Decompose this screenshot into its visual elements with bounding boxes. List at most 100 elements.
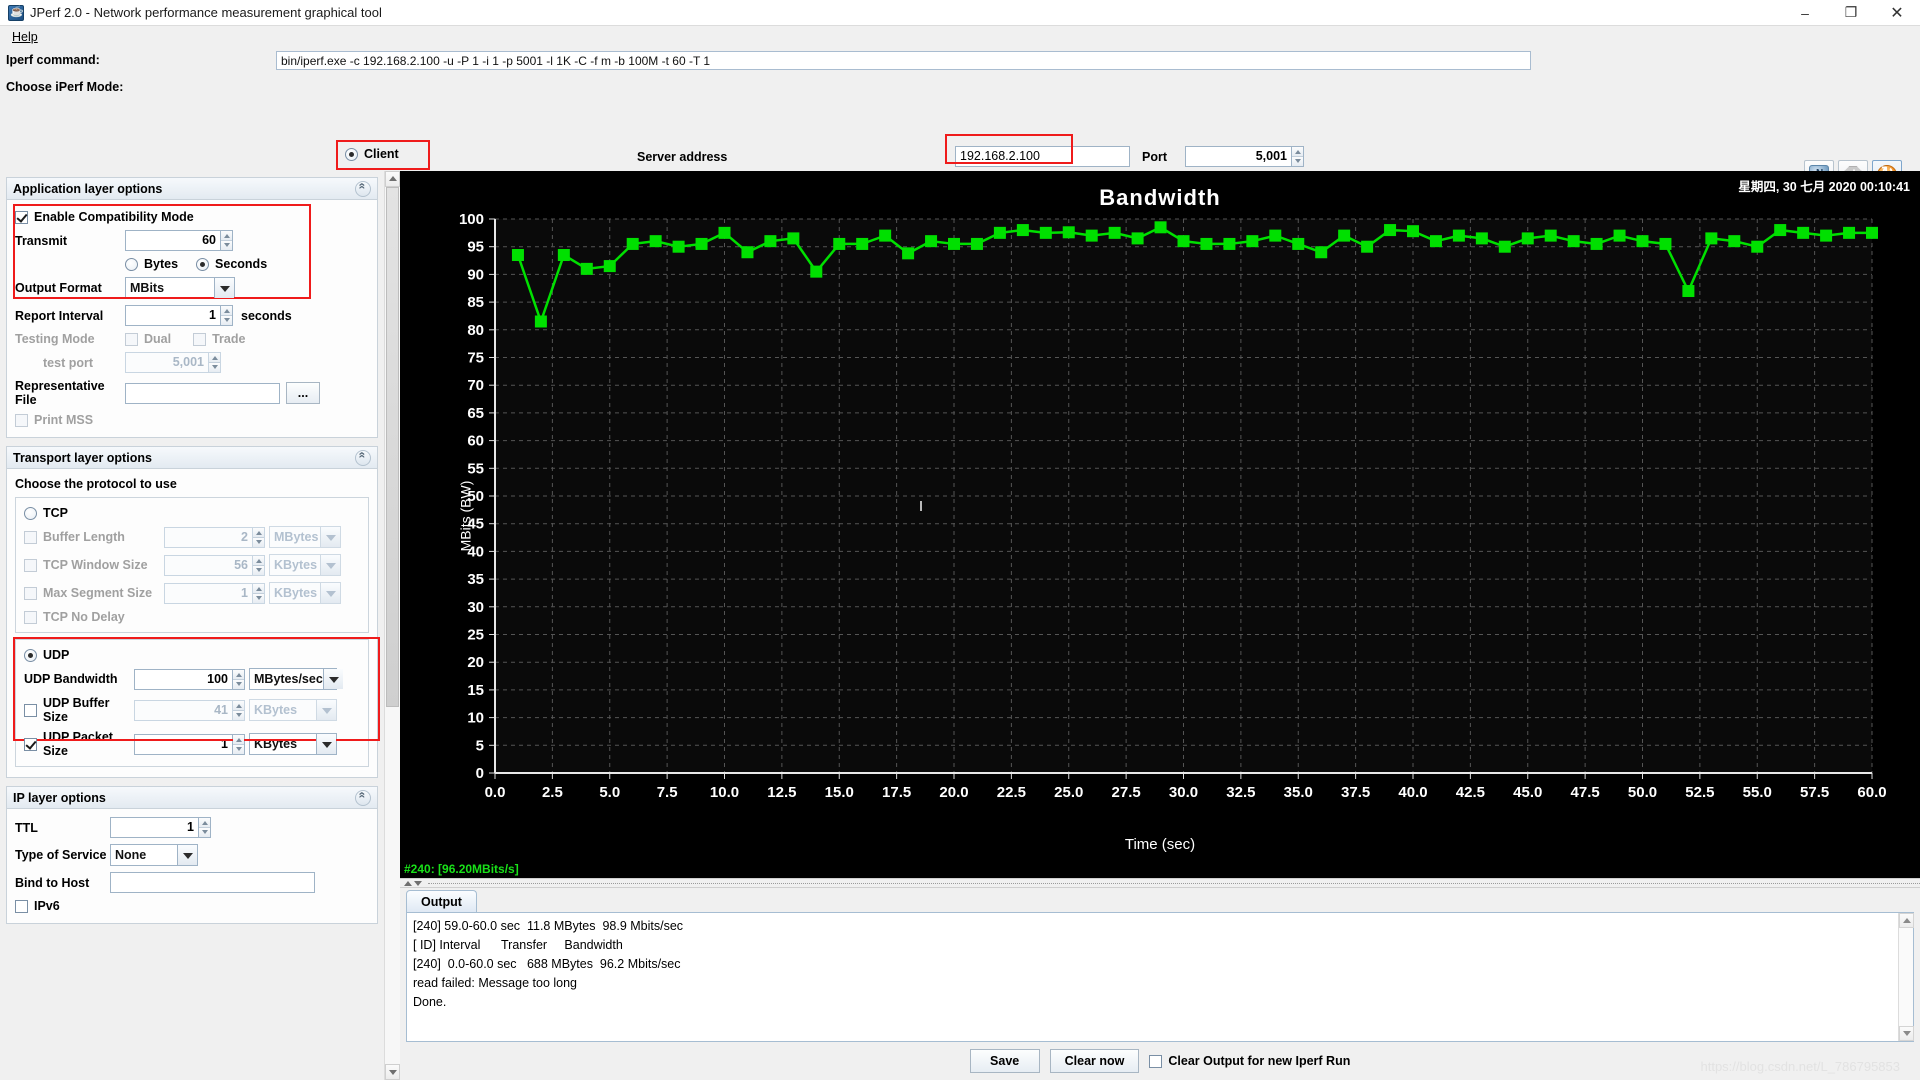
max-segment-row: Max Segment Size 1 KBytes bbox=[24, 582, 360, 604]
save-button[interactable]: Save bbox=[969, 1049, 1040, 1073]
bind-host-input[interactable] bbox=[110, 872, 315, 893]
svg-text:90: 90 bbox=[467, 266, 484, 283]
udp-bandwidth-spin-buttons[interactable] bbox=[232, 668, 245, 690]
ipv6-checkbox[interactable]: IPv6 bbox=[15, 899, 60, 913]
output-scrollbar[interactable] bbox=[1898, 913, 1914, 1041]
chevron-down-icon[interactable] bbox=[214, 278, 234, 298]
radio-udp[interactable]: UDP bbox=[24, 648, 69, 662]
port-spin-buttons[interactable] bbox=[1291, 146, 1304, 167]
transmit-stepper[interactable]: 60 bbox=[125, 230, 233, 251]
scrollbar-thumb[interactable] bbox=[385, 187, 399, 707]
udp-packet-unit-select[interactable]: KBytes bbox=[249, 733, 337, 755]
menu-item-help[interactable]: Help bbox=[6, 28, 44, 46]
transmit-spin-buttons[interactable] bbox=[220, 230, 233, 251]
report-interval-stepper[interactable]: 1 bbox=[125, 305, 233, 326]
udp-bandwidth-unit-select[interactable]: MBytes/sec bbox=[249, 668, 343, 690]
udp-packet-checkbox[interactable]: UDP Packet Size bbox=[24, 730, 134, 758]
udp-bandwidth-spin-up-icon[interactable] bbox=[233, 669, 244, 680]
radio-seconds[interactable]: Seconds bbox=[196, 257, 267, 271]
scroll-up-icon[interactable] bbox=[384, 171, 400, 187]
radio-tcp[interactable]: TCP bbox=[24, 506, 68, 520]
application-layer-header[interactable]: Application layer options bbox=[7, 178, 377, 200]
udp-packet-spin-buttons[interactable] bbox=[232, 733, 245, 755]
maximize-icon[interactable]: ❐ bbox=[1828, 0, 1874, 25]
pane-splitter[interactable] bbox=[400, 878, 1920, 888]
udp-packet-spin-down-icon[interactable] bbox=[233, 744, 244, 754]
scrollbar-track[interactable] bbox=[384, 187, 400, 1064]
transmit-spin-up-icon[interactable] bbox=[221, 231, 232, 241]
test-port-spin-up-icon bbox=[209, 353, 220, 363]
ttl-input[interactable]: 1 bbox=[110, 817, 198, 838]
output-scrollbar-track[interactable] bbox=[1899, 928, 1913, 1026]
output-line: Done. bbox=[413, 995, 447, 1009]
chevron-down-icon[interactable] bbox=[322, 669, 343, 689]
options-scrollbar[interactable] bbox=[384, 171, 400, 1080]
output-format-select[interactable]: MBits bbox=[125, 277, 235, 299]
output-textarea[interactable]: [240] 59.0-60.0 sec 11.8 MBytes 98.9 Mbi… bbox=[406, 912, 1914, 1042]
udp-packet-stepper[interactable]: 1 bbox=[134, 733, 245, 755]
ttl-spin-down-icon[interactable] bbox=[199, 828, 210, 837]
enable-compat-row: Enable Compatibility Mode bbox=[15, 210, 369, 224]
svg-text:0: 0 bbox=[476, 765, 484, 782]
svg-text:95: 95 bbox=[467, 239, 484, 256]
output-scroll-up-icon[interactable] bbox=[1899, 913, 1914, 928]
server-address-input[interactable]: 192.168.2.100 bbox=[955, 146, 1130, 167]
transport-layer-header[interactable]: Transport layer options bbox=[7, 447, 377, 469]
splitter-up-icon[interactable] bbox=[404, 880, 412, 886]
print-mss-row: Print MSS bbox=[15, 413, 369, 427]
browse-file-button[interactable]: ... bbox=[286, 382, 320, 404]
clear-now-button[interactable]: Clear now bbox=[1049, 1049, 1140, 1073]
radio-client[interactable]: Client bbox=[345, 147, 399, 161]
buffer-length-unit-select: MBytes bbox=[269, 526, 341, 548]
collapse-icon[interactable] bbox=[355, 180, 371, 197]
ip-layer-header[interactable]: IP layer options bbox=[7, 787, 377, 809]
ttl-spin-buttons[interactable] bbox=[198, 817, 211, 838]
buffer-length-row: Buffer Length 2 MBytes bbox=[24, 526, 360, 548]
ttl-stepper[interactable]: 1 bbox=[110, 817, 211, 838]
port-spin-up-icon[interactable] bbox=[1292, 147, 1303, 157]
transmit-input[interactable]: 60 bbox=[125, 230, 220, 251]
clear-output-checkbox[interactable]: Clear Output for new Iperf Run bbox=[1149, 1054, 1350, 1068]
transmit-spin-down-icon[interactable] bbox=[221, 241, 232, 250]
dual-checkbox: Dual bbox=[125, 332, 171, 346]
iperf-command-input[interactable]: bin/iperf.exe -c 192.168.2.100 -u -P 1 -… bbox=[276, 50, 1531, 70]
port-stepper[interactable]: 5,001 bbox=[1185, 146, 1304, 167]
tos-select[interactable]: None bbox=[110, 844, 198, 866]
scroll-down-icon[interactable] bbox=[384, 1064, 400, 1080]
chevron-down-icon[interactable] bbox=[316, 734, 336, 754]
report-interval-spin-up-icon[interactable] bbox=[221, 306, 232, 316]
svg-text:52.5: 52.5 bbox=[1685, 784, 1714, 801]
chevron-down-icon bbox=[320, 583, 340, 603]
report-interval-input[interactable]: 1 bbox=[125, 305, 220, 326]
svg-text:25: 25 bbox=[467, 627, 484, 644]
udp-bandwidth-stepper[interactable]: 100 bbox=[134, 668, 245, 690]
ttl-spin-up-icon[interactable] bbox=[199, 818, 210, 828]
svg-text:5.0: 5.0 bbox=[599, 784, 620, 801]
report-interval-spin-down-icon[interactable] bbox=[221, 316, 232, 325]
report-interval-spin-buttons[interactable] bbox=[220, 305, 233, 326]
port-spin-down-icon[interactable] bbox=[1292, 157, 1303, 166]
minimize-icon[interactable]: – bbox=[1782, 0, 1828, 25]
transport-layer-title: Transport layer options bbox=[13, 450, 152, 465]
udp-buffer-checkbox[interactable]: UDP Buffer Size bbox=[24, 696, 134, 724]
svg-text:100: 100 bbox=[459, 211, 484, 228]
udp-bandwidth-input[interactable]: 100 bbox=[134, 668, 232, 690]
chevron-down-icon[interactable] bbox=[177, 845, 197, 865]
tcp-window-row: TCP Window Size 56 KBytes bbox=[24, 554, 360, 576]
collapse-icon[interactable] bbox=[355, 449, 371, 466]
enable-compatibility-checkbox[interactable]: Enable Compatibility Mode bbox=[15, 210, 194, 224]
radio-bytes[interactable]: Bytes bbox=[125, 257, 178, 271]
port-input[interactable]: 5,001 bbox=[1185, 146, 1291, 167]
udp-bandwidth-spin-down-icon[interactable] bbox=[233, 679, 244, 689]
udp-packet-input[interactable]: 1 bbox=[134, 733, 232, 755]
svg-text:65: 65 bbox=[467, 405, 484, 422]
tab-output[interactable]: Output bbox=[406, 890, 477, 912]
output-scroll-down-icon[interactable] bbox=[1899, 1026, 1914, 1041]
close-icon[interactable]: ✕ bbox=[1874, 0, 1920, 25]
max-segment-stepper: 1 bbox=[164, 582, 265, 604]
representative-file-input[interactable] bbox=[125, 382, 280, 404]
collapse-icon[interactable] bbox=[355, 789, 371, 806]
splitter-down-icon[interactable] bbox=[414, 880, 422, 886]
tcp-window-spin-buttons bbox=[252, 554, 265, 576]
udp-packet-spin-up-icon[interactable] bbox=[233, 734, 244, 745]
